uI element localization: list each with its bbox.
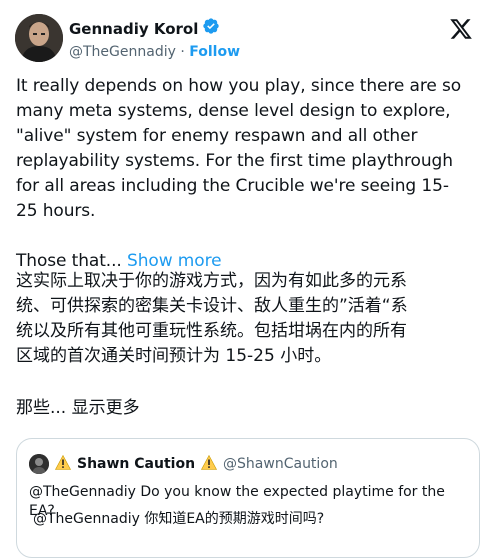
x-logo-icon[interactable] xyxy=(449,17,473,41)
verified-badge-icon xyxy=(202,17,220,40)
author-info: Gennadiy Korol @TheGennadiy · Follow xyxy=(69,17,240,62)
translation-line: 区域的首次通关时间预计为 15-25 小时。 xyxy=(16,346,332,366)
translation-line: 统、可供探索的密集关卡设计、敌人重生的”活着“系 xyxy=(16,296,408,316)
tweet-line: replayability systems. For the first tim… xyxy=(16,151,453,171)
tweet-line: 25 hours. xyxy=(16,201,96,221)
translation-line: 这实际上取决于你的游戏方式，因为有如此多的元系 xyxy=(16,271,407,291)
author-handle[interactable]: @TheGennadiy xyxy=(69,44,176,60)
warning-icon xyxy=(54,454,72,474)
quoted-author-name[interactable]: Shawn Caution xyxy=(77,456,195,472)
warning-icon xyxy=(201,454,218,474)
separator-dot: · xyxy=(180,44,185,60)
translation-line: 统以及所有其他可重玩性系统。包括坩埚在内的所有 xyxy=(16,321,407,341)
author-avatar[interactable] xyxy=(15,14,63,62)
show-more-link[interactable]: Show more xyxy=(127,251,222,271)
follow-button[interactable]: Follow xyxy=(189,44,240,60)
quoted-tweet-translation: @TheGennadiy 你知道EA的预期游戏时间吗? xyxy=(33,511,325,527)
quoted-tweet-header: Shawn Caution @ShawnCaution xyxy=(29,454,338,474)
tweet-line: many meta systems, dense level design to… xyxy=(16,101,451,121)
tweet-line: for all areas including the Crucible we'… xyxy=(16,176,449,196)
truncated-text: Those that... xyxy=(16,251,122,271)
quoted-author-handle[interactable]: @ShawnCaution xyxy=(223,456,338,472)
quoted-avatar[interactable] xyxy=(29,454,49,474)
tweet-header: Gennadiy Korol @TheGennadiy · Follow xyxy=(15,14,475,62)
tweet-line: "alive" system for enemy respawn and all… xyxy=(16,126,418,146)
translation-text: 这实际上取决于你的游戏方式，因为有如此多的元系 统、可供探索的密集关卡设计、敌人… xyxy=(16,269,482,369)
tweet-line: It really depends on how you play, since… xyxy=(16,76,462,96)
translation-truncated: 那些... 显示更多 xyxy=(16,398,140,418)
tweet-text: It really depends on how you play, since… xyxy=(16,74,482,274)
quoted-tweet[interactable]: Shawn Caution @ShawnCaution @TheGennadiy… xyxy=(16,438,480,558)
author-name[interactable]: Gennadiy Korol xyxy=(69,19,198,39)
